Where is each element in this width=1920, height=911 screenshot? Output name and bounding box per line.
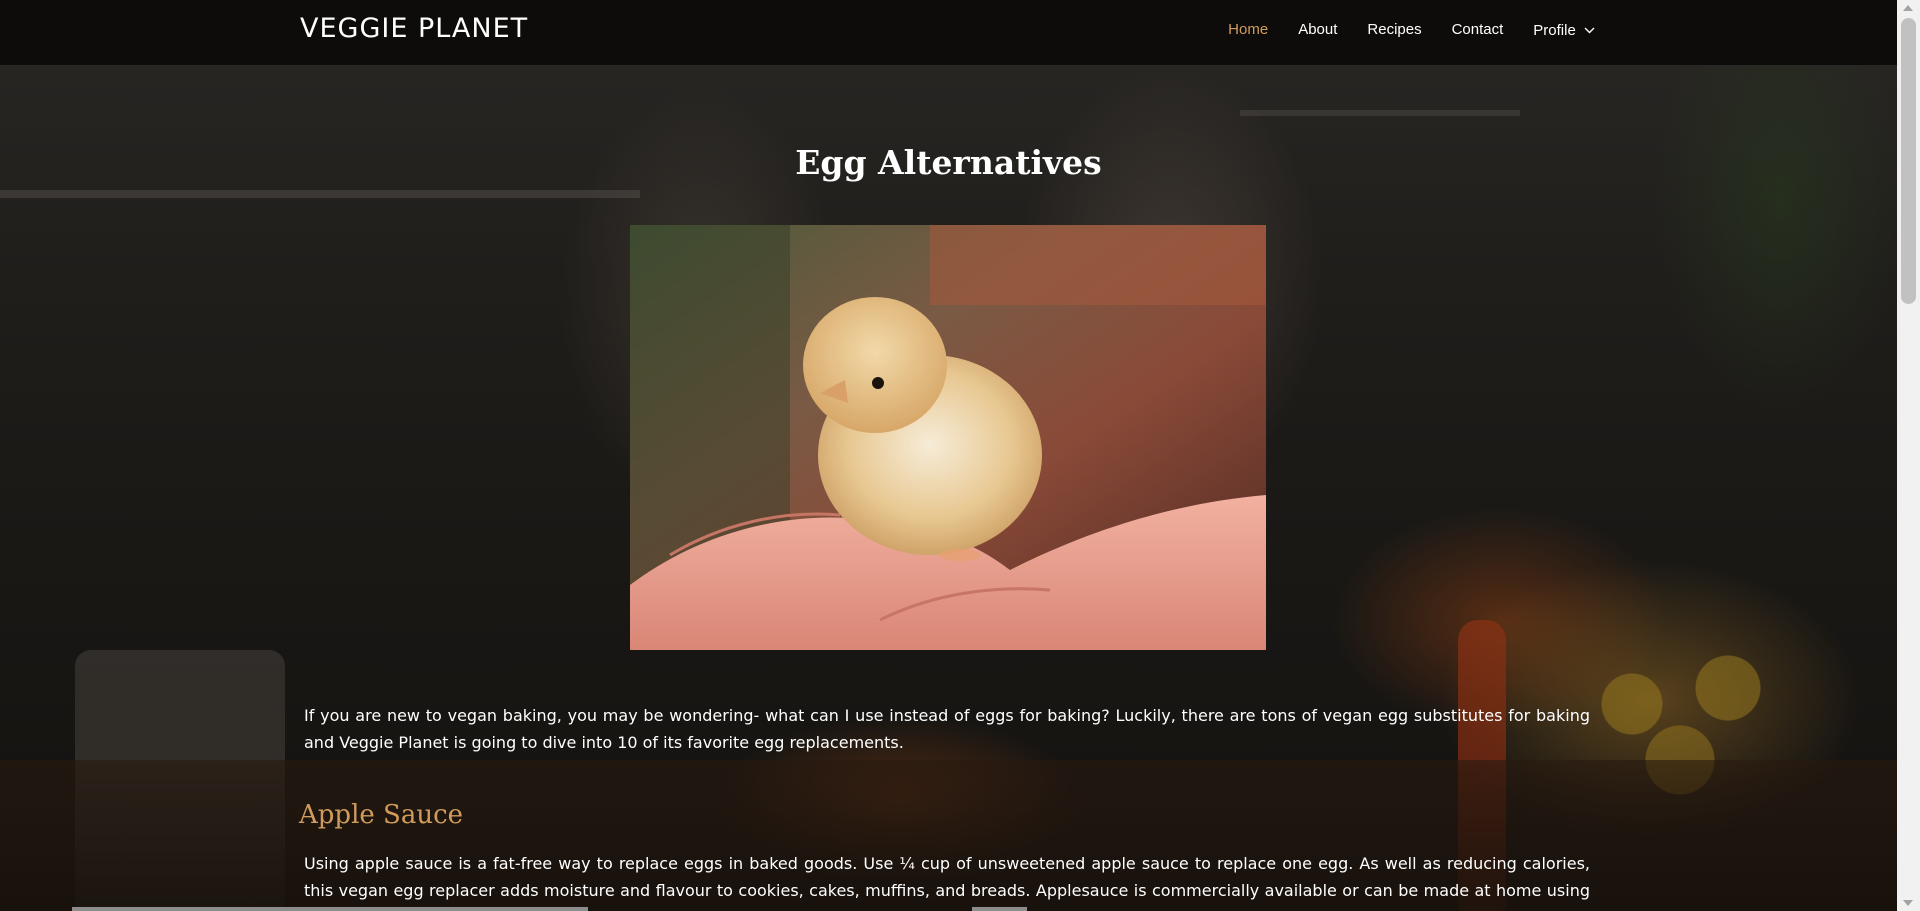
horizontal-scrollbar-segment: [72, 907, 588, 911]
horizontal-scrollbar-segment: [972, 907, 1027, 911]
page-title: Egg Alternatives: [795, 143, 1102, 182]
navbar: VEGGIE PLANET Home About Recipes Contact…: [0, 0, 1897, 66]
nav-item-profile[interactable]: Profile: [1533, 21, 1595, 39]
bg-shelf: [1240, 110, 1520, 116]
scroll-up-arrow-icon[interactable]: [1903, 5, 1913, 11]
scroll-down-arrow-icon[interactable]: [1903, 900, 1913, 906]
intro-paragraph: If you are new to vegan baking, you may …: [304, 706, 1590, 752]
nav-menu: Home About Recipes Contact Profile: [1228, 21, 1595, 39]
nav-item-about[interactable]: About: [1298, 21, 1337, 39]
nav-item-contact[interactable]: Contact: [1452, 21, 1504, 39]
section-text-apple-sauce: Using apple sauce is a fat-free way to r…: [304, 854, 1590, 911]
nav-item-profile-label: Profile: [1533, 22, 1576, 39]
chevron-down-icon: [1584, 21, 1595, 38]
vertical-scrollbar[interactable]: [1897, 0, 1920, 911]
chick-in-hands-photo-icon: [630, 225, 1266, 650]
hero-image: [630, 225, 1266, 650]
section-heading-apple-sauce: Apple Sauce: [299, 800, 464, 830]
bg-shelf: [0, 190, 640, 198]
nav-item-home[interactable]: Home: [1228, 21, 1268, 39]
page: VEGGIE PLANET Home About Recipes Contact…: [0, 0, 1920, 911]
nav-item-recipes[interactable]: Recipes: [1367, 21, 1421, 39]
scrollbar-thumb[interactable]: [1901, 18, 1916, 304]
brand-logo[interactable]: VEGGIE PLANET: [300, 13, 528, 44]
